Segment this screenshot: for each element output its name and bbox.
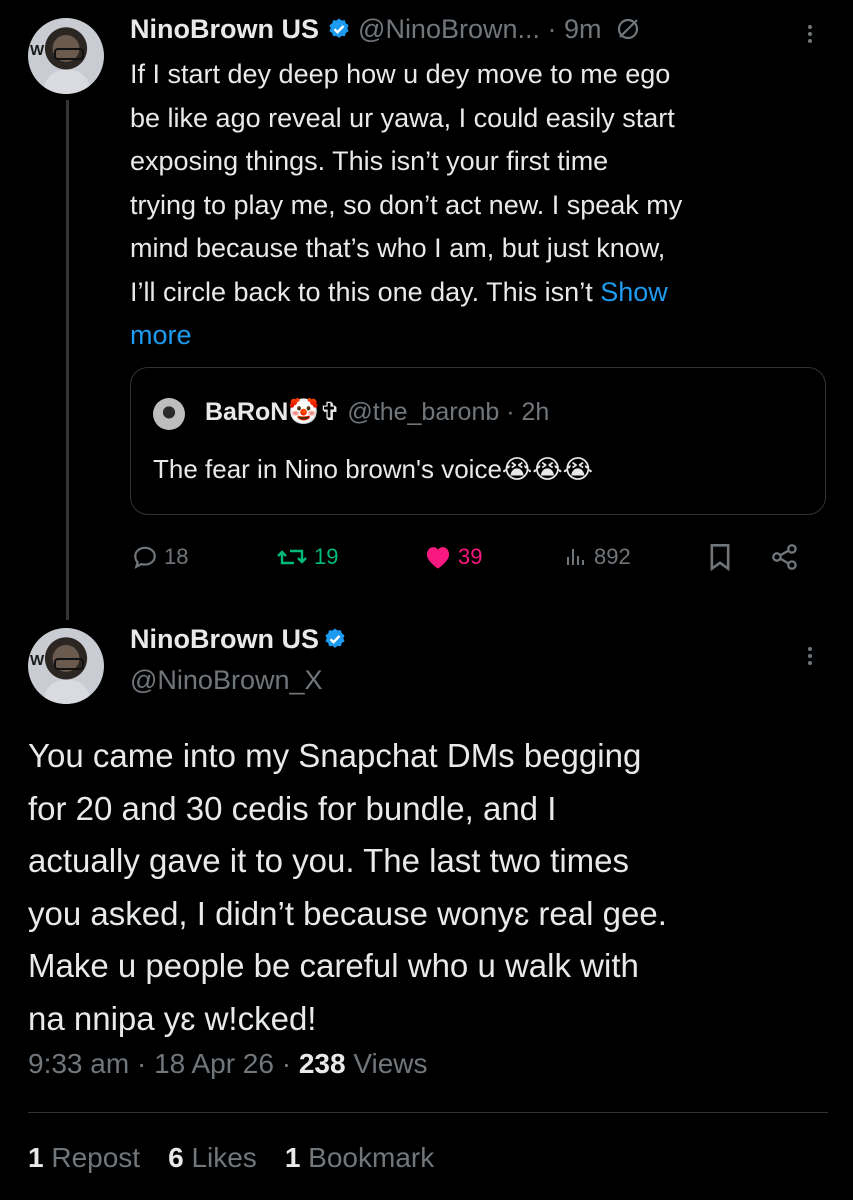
quote-display-name[interactable]: BaRoN🤡✞ xyxy=(205,398,340,426)
thread-connector xyxy=(66,100,69,620)
quote-handle[interactable]: @the_baronb xyxy=(347,398,499,426)
avatar-logo: W xyxy=(30,652,45,669)
likes-label: Likes xyxy=(191,1142,257,1173)
text-line-part: I’ll circle back to this one day. This i… xyxy=(130,276,593,307)
views-icon xyxy=(567,549,584,565)
tweet-meta: 9:33 am · 18 Apr 26 · 238 Views xyxy=(28,1048,428,1079)
engagement-stats: 1 Repost 6 Likes 1 Bookmark xyxy=(28,1142,434,1174)
reply-tweet-text: If I start dey deep how u dey move to me… xyxy=(130,53,830,358)
avatar-logo: W xyxy=(30,42,45,59)
more-options-icon[interactable] xyxy=(805,22,815,46)
views-button[interactable]: 892 xyxy=(564,540,631,574)
bookmark-icon xyxy=(710,544,730,571)
text-line: trying to play me, so don’t act new. I s… xyxy=(130,189,683,220)
reply-button[interactable]: 18 xyxy=(132,540,188,574)
reply-count: 18 xyxy=(164,544,189,569)
likes-stat[interactable]: 6 Likes xyxy=(168,1142,257,1174)
text-line: I’ll circle back to this one day. This i… xyxy=(130,271,830,315)
display-name[interactable]: NinoBrown US xyxy=(130,14,319,44)
text-line: Make u people be careful who u walk with xyxy=(28,947,639,984)
repost-button[interactable]: 19 xyxy=(276,540,338,574)
show-more-link[interactable]: Show xyxy=(600,277,668,307)
bookmarks-stat[interactable]: 1 Bookmark xyxy=(285,1142,434,1174)
bookmarks-label: Bookmark xyxy=(308,1142,435,1173)
quoted-tweet[interactable]: BaRoN🤡✞ @the_baronb · 2h The fear in Nin… xyxy=(130,367,826,515)
avatar[interactable]: W xyxy=(28,18,104,94)
avatar[interactable]: W xyxy=(28,628,104,704)
like-count: 39 xyxy=(458,544,483,569)
text-line: be like ago reveal ur yawa, I could easi… xyxy=(130,102,675,133)
divider xyxy=(28,1112,828,1113)
timestamp[interactable]: · 9m xyxy=(548,14,602,44)
likes-count: 6 xyxy=(168,1142,184,1173)
avatar-glasses xyxy=(54,658,84,670)
main-tweet-text: You came into my Snapchat DMs begging fo… xyxy=(28,730,828,1045)
main-tweet-header: NinoBrown US @NinoBrown_X xyxy=(130,624,347,696)
handle[interactable]: @NinoBrown... xyxy=(358,14,540,44)
quote-header: BaRoN🤡✞ @the_baronb · 2h xyxy=(205,397,549,427)
views-count: 892 xyxy=(594,544,631,569)
reposts-stat[interactable]: 1 Repost xyxy=(28,1142,140,1174)
reposts-label: Repost xyxy=(51,1142,141,1173)
quote-text: The fear in Nino brown's voice😭😭😭 xyxy=(153,454,594,484)
more-options-icon[interactable] xyxy=(805,644,815,668)
avatar-shirt xyxy=(44,70,90,94)
share-icon xyxy=(772,544,797,570)
text-line: for 20 and 30 cedis for bundle, and I xyxy=(28,789,557,827)
reposts-count: 1 xyxy=(28,1142,44,1173)
tweet-date[interactable]: 18 Apr 26 xyxy=(154,1048,274,1079)
handle[interactable]: @NinoBrown_X xyxy=(130,665,347,696)
grok-icon[interactable] xyxy=(615,16,641,42)
quote-avatar[interactable] xyxy=(153,398,185,430)
views-label: Views xyxy=(353,1048,428,1079)
text-line: mind because that’s who I am, but just k… xyxy=(130,233,666,263)
display-name[interactable]: NinoBrown US xyxy=(130,624,319,654)
text-line: you asked, I didn’t because wonyɛ real g… xyxy=(28,894,667,932)
quote-timestamp: · 2h xyxy=(506,398,550,426)
text-line: exposing things. This isn’t your first t… xyxy=(130,146,609,176)
avatar-glasses xyxy=(54,48,84,60)
views-count: 238 xyxy=(298,1048,346,1079)
heart-icon xyxy=(426,547,450,569)
repost-icon xyxy=(277,549,307,565)
verified-badge-icon xyxy=(325,628,346,648)
reply-tweet-header: NinoBrown US @NinoBrown... · 9m xyxy=(130,14,641,45)
text-line: actually gave it to you. The last two ti… xyxy=(28,842,630,879)
verified-badge-icon xyxy=(328,18,349,38)
avatar-shirt xyxy=(44,680,90,704)
like-button[interactable]: 39 xyxy=(424,540,482,574)
share-button[interactable] xyxy=(770,540,800,574)
text-line: If I start dey deep how u dey move to me… xyxy=(130,59,671,89)
text-line: more xyxy=(130,314,830,358)
text-line: You came into my Snapchat DMs begging xyxy=(28,737,642,774)
repost-count: 19 xyxy=(314,544,339,569)
text-line: na nnipa yɛ w!cked! xyxy=(28,999,317,1037)
tweet-time[interactable]: 9:33 am xyxy=(28,1048,129,1079)
show-more-link-cont[interactable]: more xyxy=(130,320,192,350)
reply-icon xyxy=(134,546,156,569)
bookmarks-count: 1 xyxy=(284,1142,301,1173)
bookmark-button[interactable] xyxy=(708,540,732,574)
